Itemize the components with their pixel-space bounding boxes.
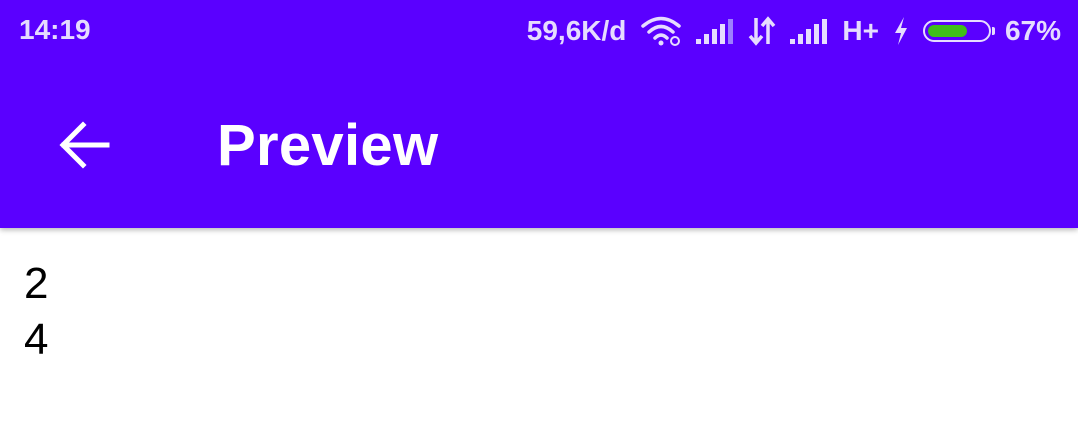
battery-nub [991, 27, 995, 35]
status-time: 14:19 [19, 14, 91, 45]
battery-percent: 67% [1004, 15, 1061, 46]
back-button[interactable] [44, 105, 124, 185]
content-line: 2 [24, 259, 49, 308]
top-app-bar: 14:19 59,6K/d H+ 67% Preview [0, 0, 1078, 228]
status-bar: 14:19 59,6K/d H+ 67% [0, 0, 1078, 62]
battery-level-fill [927, 25, 967, 37]
content-line: 4 [24, 315, 49, 364]
net-speed: 59,6K/d [526, 15, 627, 46]
arrow-left-icon [59, 121, 110, 169]
page-title: Preview [217, 113, 439, 178]
status-indicators: 59,6K/d H+ 67% [527, 11, 1061, 51]
signal-icon [696, 17, 734, 45]
charging-icon [893, 16, 909, 46]
wifi-icon [640, 15, 682, 47]
battery-icon [922, 20, 995, 42]
network-type: H+ [842, 15, 879, 46]
signal-icon [790, 17, 828, 45]
preview-content: 2 4 [24, 256, 48, 368]
data-arrows-icon [748, 16, 776, 46]
